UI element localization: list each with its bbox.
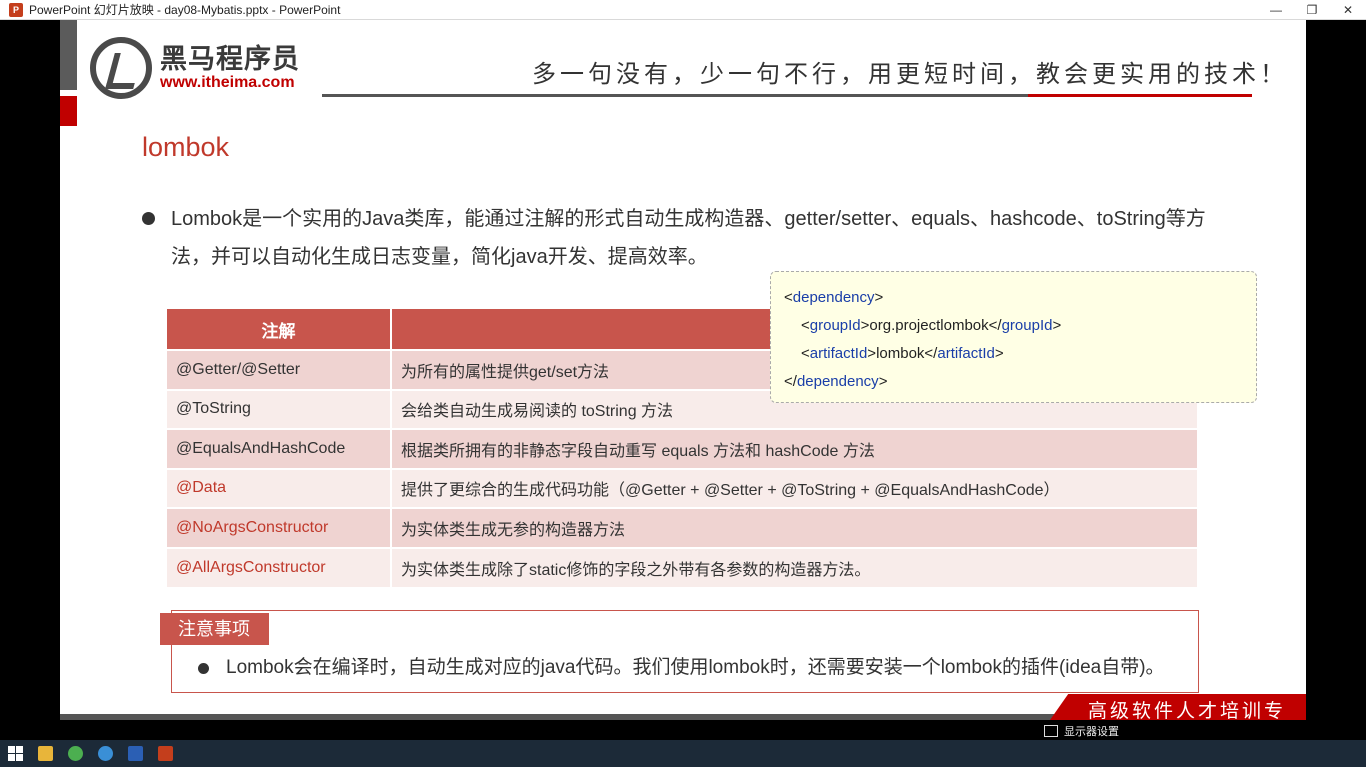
- main-bullet: Lombok是一个实用的Java类库，能通过注解的形式自动生成构造器、gette…: [142, 200, 1242, 276]
- xml-tag: artifactId: [809, 345, 868, 362]
- chrome-icon: [67, 746, 83, 761]
- taskbar-ide[interactable]: [120, 740, 150, 767]
- app-icon: [97, 746, 113, 761]
- folder-icon: [37, 746, 53, 761]
- taskbar-explorer[interactable]: [30, 740, 60, 767]
- table-row: @EqualsAndHashCode 根据类所拥有的非静态字段自动重写 equa…: [167, 428, 1199, 469]
- dependency-open-line: <dependency>: [784, 289, 884, 306]
- windows-icon: [7, 746, 23, 761]
- taskbar-app[interactable]: [90, 740, 120, 767]
- taskbar-powerpoint[interactable]: [150, 740, 180, 767]
- footer-slogan: 高级软件人才培训专家: [1088, 700, 1287, 720]
- note-bullet: Lombok会在编译时，自动生成对应的java代码。我们使用lombok时，还需…: [198, 653, 1165, 683]
- xml-tag: dependency: [796, 373, 879, 390]
- slide[interactable]: 黑马程序员 www.itheima.com 多一句没有，少一句不行，用更短时间，…: [60, 20, 1306, 720]
- brand-logo: 黑马程序员 www.itheima.com: [90, 37, 300, 99]
- ide-icon: [127, 746, 143, 761]
- display-settings-icon[interactable]: [1044, 725, 1058, 737]
- slideshow-controls: 显示器设置: [1044, 722, 1306, 740]
- bullet-dot-icon: [142, 212, 155, 225]
- window-title: PowerPoint 幻灯片放映 - day08-Mybatis.pptx - …: [29, 3, 341, 17]
- horse-logo-icon: [90, 37, 152, 99]
- minimize-button[interactable]: —: [1258, 0, 1294, 20]
- purpose-cell: 提供了更综合的生成代码功能（@Getter + @Setter + @ToStr…: [391, 467, 1199, 508]
- note-label: 注意事项: [160, 613, 269, 645]
- taskbar: [0, 740, 1366, 767]
- groupid-line: <groupId>org.projectlombok</groupId>: [801, 317, 1062, 334]
- powerpoint-icon: [157, 746, 173, 761]
- decor-strip-gray: [60, 20, 77, 90]
- xml-tag: groupId: [1001, 317, 1053, 334]
- purpose-cell: 根据类所拥有的非静态字段自动重写 equals 方法和 hashCode 方法: [391, 428, 1199, 469]
- groupid-value: org.projectlombok: [869, 317, 989, 334]
- table-header-annotation: 注解: [167, 309, 392, 350]
- brand-url: www.itheima.com: [160, 74, 295, 91]
- xml-tag: artifactId: [937, 345, 995, 362]
- main-bullet-text: Lombok是一个实用的Java类库，能通过注解的形式自动生成构造器、gette…: [171, 208, 1206, 268]
- decor-strip-red: [60, 96, 77, 126]
- annotation-cell: @NoArgsConstructor: [167, 507, 392, 548]
- annotation-cell: @Data: [167, 467, 392, 508]
- artifactid-line: <artifactId>lombok</artifactId>: [801, 345, 1004, 362]
- artifactid-value: lombok: [876, 345, 925, 362]
- annotation-cell: @EqualsAndHashCode: [167, 428, 392, 469]
- table-row: @AllArgsConstructor 为实体类生成除了static修饰的字段之…: [167, 546, 1199, 587]
- xml-tag: dependency: [792, 289, 875, 306]
- close-button[interactable]: ✕: [1330, 0, 1366, 20]
- dependency-close-line: </dependency>: [784, 373, 888, 390]
- annotation-cell: @AllArgsConstructor: [167, 546, 392, 587]
- table-row: @Data 提供了更综合的生成代码功能（@Getter + @Setter + …: [167, 467, 1199, 508]
- display-settings-label[interactable]: 显示器设置: [1064, 723, 1119, 739]
- annotation-cell: @ToString: [167, 388, 392, 429]
- start-button[interactable]: [0, 740, 30, 767]
- bullet-dot-icon: [198, 663, 209, 674]
- powerpoint-icon: P: [9, 2, 23, 17]
- purpose-cell: 为实体类生成除了static修饰的字段之外带有各参数的构造器方法。: [391, 546, 1199, 587]
- header-divider-accent: [1028, 94, 1252, 97]
- window-controls: — ❐ ✕: [1258, 0, 1366, 20]
- window-titlebar: P PowerPoint 幻灯片放映 - day08-Mybatis.pptx …: [0, 0, 1366, 20]
- maven-dependency-snippet: <dependency> <groupId>org.projectlombok<…: [770, 271, 1257, 403]
- taskbar-chrome[interactable]: [60, 740, 90, 767]
- brand-name: 黑马程序员: [160, 44, 300, 74]
- slogan: 多一句没有，少一句不行，用更短时间，教会更实用的技术！: [532, 60, 1288, 88]
- slide-title: lombok: [142, 132, 230, 162]
- xml-tag: groupId: [809, 317, 861, 334]
- note-text: Lombok会在编译时，自动生成对应的java代码。我们使用lombok时，还需…: [226, 657, 1165, 678]
- restore-button[interactable]: ❐: [1294, 0, 1330, 20]
- annotation-cell: @Getter/@Setter: [167, 349, 392, 390]
- table-row: @NoArgsConstructor 为实体类生成无参的构造器方法: [167, 507, 1199, 548]
- purpose-cell: 为实体类生成无参的构造器方法: [391, 507, 1199, 548]
